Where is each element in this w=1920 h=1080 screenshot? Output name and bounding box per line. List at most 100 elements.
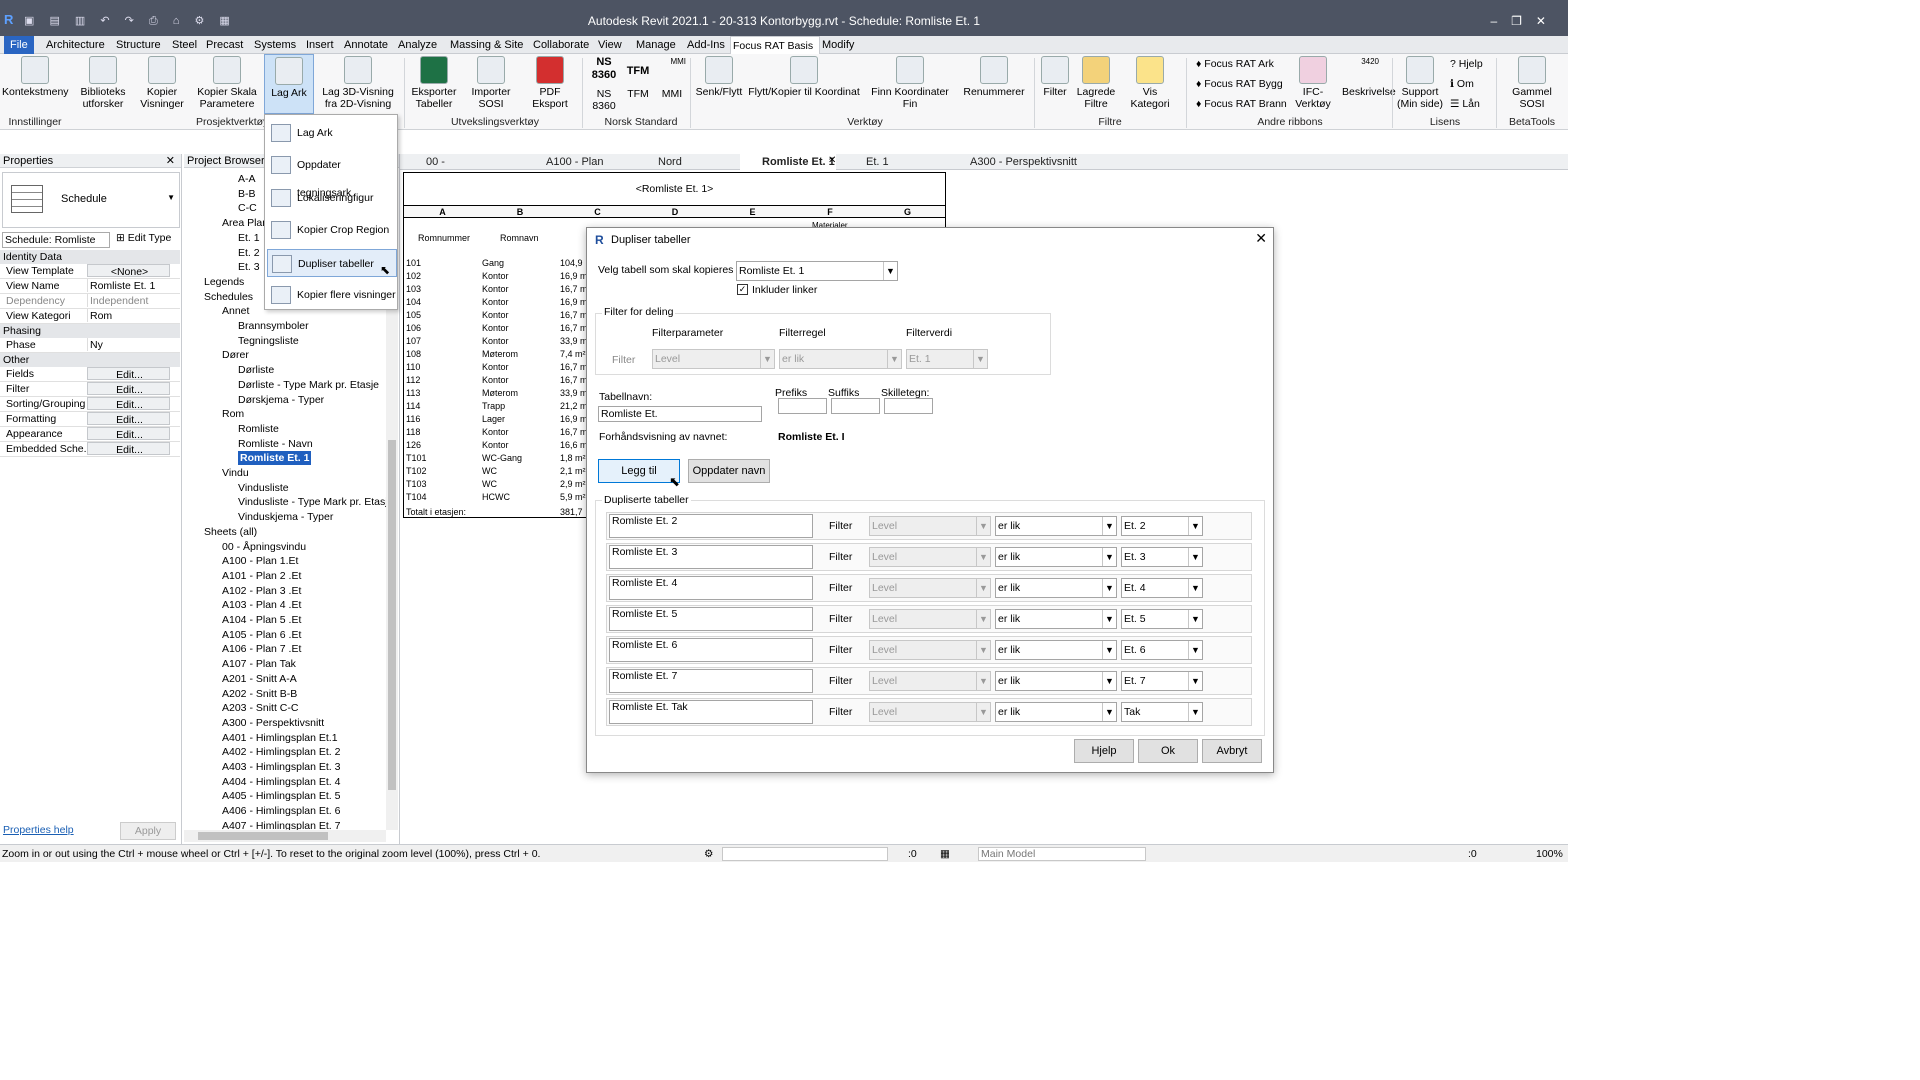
- schedule-cell[interactable]: 108: [406, 349, 421, 359]
- duplicate-name-input[interactable]: Romliste Et. 7: [609, 669, 813, 693]
- hjelp-ribbon-button[interactable]: ? Hjelp: [1450, 58, 1483, 70]
- column-letter[interactable]: G: [869, 207, 946, 217]
- focus-rat-bygg-button[interactable]: ♦ Focus RAT Bygg: [1196, 78, 1283, 90]
- tree-item[interactable]: Area Plan: [222, 216, 268, 230]
- eksporter-tabeller-button[interactable]: Eksporter Tabeller: [410, 56, 458, 110]
- schedule-cell[interactable]: T101: [406, 453, 427, 463]
- column-letter[interactable]: D: [637, 207, 714, 217]
- include-links-checkbox[interactable]: ✓: [737, 284, 748, 295]
- menu-tab[interactable]: Structure: [110, 36, 167, 54]
- duplicate-name-input[interactable]: Romliste Et. Tak: [609, 700, 813, 724]
- tree-item[interactable]: Et. 2: [238, 246, 260, 260]
- menu-tab[interactable]: Focus RAT Basis: [730, 36, 821, 56]
- tree-item[interactable]: B-B: [238, 187, 256, 201]
- avbryt-button[interactable]: Avbryt: [1202, 739, 1262, 763]
- menu-tab[interactable]: Systems: [248, 36, 302, 54]
- prop-row[interactable]: Embedded Sche... Edit...: [0, 442, 180, 457]
- gammel-sosi-button[interactable]: Gammel SOSI: [1500, 56, 1564, 110]
- duplicate-name-input[interactable]: Romliste Et. 3: [609, 545, 813, 569]
- prop-value[interactable]: Romliste Et. 1: [87, 279, 170, 292]
- renummerer-button[interactable]: Renummerer: [962, 56, 1026, 98]
- chevron-down-icon[interactable]: ▼: [167, 193, 175, 202]
- filter-parameter-select[interactable]: Level ▼: [869, 640, 991, 660]
- schedule-cell[interactable]: 33,9 m: [560, 336, 588, 346]
- prop-row[interactable]: Phase Ny: [0, 338, 180, 353]
- tree-item[interactable]: A101 - Plan 2 .Et: [222, 569, 301, 583]
- oppdater-navn-button[interactable]: Oppdater navn: [688, 459, 770, 483]
- tree-item[interactable]: Vindusliste: [238, 481, 289, 495]
- schedule-cell[interactable]: 33,9 m: [560, 388, 588, 398]
- duplicate-name-input[interactable]: Romliste Et. 2: [609, 514, 813, 538]
- edit-button[interactable]: Edit...: [87, 367, 170, 381]
- schedule-cell[interactable]: 103: [406, 284, 421, 294]
- schedule-cell[interactable]: Kontor: [482, 427, 509, 437]
- tree-item[interactable]: Dører: [222, 348, 249, 362]
- category-phasing[interactable]: Phasing: [0, 324, 180, 338]
- tree-item[interactable]: A407 - Himlingsplan Et. 7: [222, 819, 340, 830]
- prop-row[interactable]: Appearance Edit...: [0, 427, 180, 442]
- filter-parameter-select[interactable]: Level ▼: [869, 578, 991, 598]
- schedule-cell[interactable]: 110: [406, 362, 420, 372]
- tree-item[interactable]: A102 - Plan 3 .Et: [222, 584, 301, 598]
- tree-item[interactable]: A202 - Snitt B-B: [222, 687, 297, 701]
- hjelp-button[interactable]: Hjelp: [1074, 739, 1134, 763]
- tree-item[interactable]: Rom: [222, 407, 244, 421]
- ok-button[interactable]: Ok: [1138, 739, 1198, 763]
- importer-sosi-button[interactable]: Importer SOSI: [466, 56, 516, 110]
- schedule-cell[interactable]: 16,7 m: [560, 375, 588, 385]
- schedule-cell[interactable]: 112: [406, 375, 420, 385]
- view-tab[interactable]: A300 - Perspektivsnitt: [948, 154, 1108, 170]
- schedule-cell[interactable]: 2,9 m²: [560, 479, 586, 489]
- scrollbar-thumb[interactable]: [198, 832, 328, 840]
- schedule-cell[interactable]: 16,7 m: [560, 362, 588, 372]
- flytt-kopier-button[interactable]: Flytt/Kopier til Koordinat: [748, 56, 860, 98]
- schedule-cell[interactable]: 102: [406, 271, 421, 281]
- tree-item[interactable]: Dørliste: [238, 363, 274, 377]
- filter-value-select[interactable]: Et. 1 ▼: [906, 349, 988, 369]
- focus-rat-brann-button[interactable]: ♦ Focus RAT Brann: [1196, 98, 1287, 110]
- column-letter[interactable]: E: [714, 207, 791, 217]
- schedule-cell[interactable]: 16,7 m: [560, 323, 588, 333]
- prop-row[interactable]: View Name Romliste Et. 1: [0, 279, 180, 294]
- filter-rule-select[interactable]: er lik ▼: [995, 702, 1117, 722]
- schedule-cell[interactable]: 118: [406, 427, 420, 437]
- apply-button[interactable]: Apply: [120, 822, 176, 840]
- lan-button[interactable]: ☰ Lån: [1450, 98, 1480, 110]
- close-icon[interactable]: ✕: [166, 154, 175, 168]
- schedule-cell[interactable]: Kontor: [482, 336, 509, 346]
- schedule-cell[interactable]: 105: [406, 310, 421, 320]
- schedule-cell[interactable]: 21,2 m: [560, 401, 588, 411]
- filter-value-select[interactable]: Et. 5 ▼: [1121, 609, 1203, 629]
- tree-item[interactable]: Dørliste - Type Mark pr. Etasje: [238, 378, 379, 392]
- tree-item[interactable]: Et. 1: [238, 231, 260, 245]
- tree-item[interactable]: A405 - Himlingsplan Et. 5: [222, 789, 340, 803]
- senk-flytt-button[interactable]: Senk/Flytt: [694, 56, 744, 98]
- tree-item[interactable]: A300 - Perspektivsnitt: [222, 716, 324, 730]
- schedule-cell[interactable]: 104: [406, 297, 421, 307]
- ifc-verktoy-button[interactable]: IFC-Verktøy: [1288, 56, 1338, 110]
- column-letter[interactable]: C: [559, 207, 636, 217]
- instance-selector[interactable]: Schedule: Romliste Et.: [2, 232, 110, 260]
- menu-item-oppdater-tegningsark[interactable]: Oppdater tegningsark: [267, 151, 397, 199]
- menu-tab[interactable]: Architecture: [40, 36, 111, 54]
- prop-row[interactable]: View Kategori Rom: [0, 309, 180, 324]
- schedule-cell[interactable]: Kontor: [482, 375, 509, 385]
- filter-value-select[interactable]: Et. 7 ▼: [1121, 671, 1203, 691]
- filter-button[interactable]: Filter: [1040, 56, 1070, 98]
- schedule-cell[interactable]: 7,4 m²: [560, 349, 586, 359]
- tree-item[interactable]: A401 - Himlingsplan Et.1: [222, 731, 338, 745]
- tree-item[interactable]: Dørskjema - Typer: [238, 393, 324, 407]
- filter-rule-select[interactable]: er lik ▼: [995, 516, 1117, 536]
- schedule-cell[interactable]: WC: [482, 479, 497, 489]
- schedule-cell[interactable]: 1,8 m²: [560, 453, 586, 463]
- schedule-cell[interactable]: Trapp: [482, 401, 505, 411]
- prefiks-input[interactable]: [778, 398, 827, 414]
- schedule-cell[interactable]: 16,7 m: [560, 310, 588, 320]
- filter-rule-select[interactable]: er lik ▼: [995, 671, 1117, 691]
- menu-item-lokaliseringfigur[interactable]: Lokaliseringfigur: [267, 184, 397, 212]
- duplicate-name-input[interactable]: Romliste Et. 6: [609, 638, 813, 662]
- tree-item[interactable]: Legends: [204, 275, 244, 289]
- tree-item[interactable]: A105 - Plan 6 .Et: [222, 628, 301, 642]
- menu-item-lag-ark[interactable]: Lag Ark: [267, 119, 397, 147]
- category-other[interactable]: Other: [0, 353, 180, 367]
